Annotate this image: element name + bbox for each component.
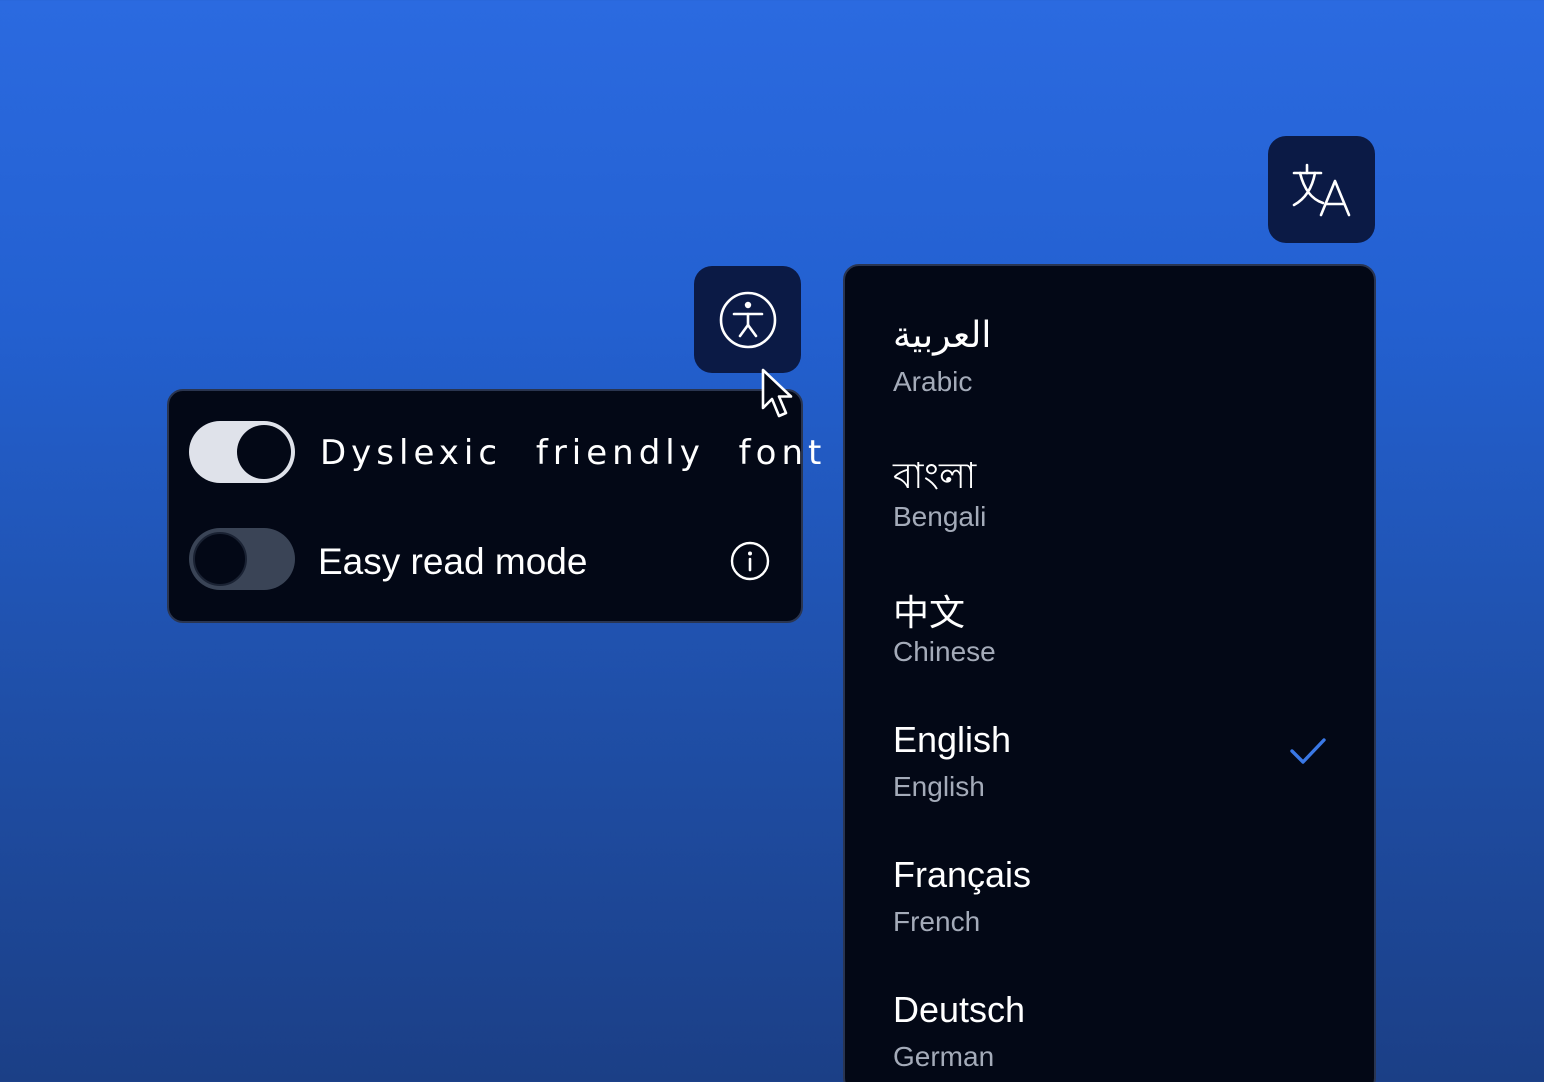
mouse-cursor-icon <box>761 368 793 418</box>
language-option-english[interactable]: English English <box>893 719 1333 829</box>
language-option-german[interactable]: Deutsch German <box>893 989 1333 1082</box>
language-native-name: বাংলা <box>893 455 977 496</box>
language-english-name: English <box>893 771 985 802</box>
language-option-french[interactable]: Français French <box>893 854 1333 964</box>
language-native-name: Deutsch <box>893 989 1026 1030</box>
info-icon[interactable] <box>730 541 770 581</box>
toggle-knob <box>237 425 291 479</box>
language-native-name: العربية <box>893 314 992 355</box>
language-option-chinese[interactable]: 中文 Chinese <box>893 584 1333 694</box>
language-menu: العربية Arabic বাংলা Bengali 中文 Chinese … <box>843 264 1376 1082</box>
language-english-name: German <box>893 1041 995 1072</box>
checkmark-icon <box>1290 738 1326 764</box>
accessibility-icon <box>719 291 776 348</box>
language-english-name: Bengali <box>893 501 987 532</box>
language-english-name: Arabic <box>893 366 973 397</box>
translate-icon <box>1292 163 1350 216</box>
language-native-name: 中文 <box>893 592 966 633</box>
language-english-name: Chinese <box>893 636 996 667</box>
accessibility-button[interactable] <box>694 266 801 373</box>
language-native-name: Français <box>893 854 1032 895</box>
easy-read-label: Easy read mode <box>318 541 588 582</box>
language-option-bengali[interactable]: বাংলা Bengali <box>893 449 1333 559</box>
translate-button[interactable] <box>1268 136 1375 243</box>
toggle-knob <box>193 532 247 586</box>
language-native-name: English <box>893 719 1012 760</box>
accessibility-settings-panel: Dyslexic friendly font Easy read mode <box>167 389 821 623</box>
easy-read-toggle[interactable] <box>189 528 295 590</box>
dyslexic-font-toggle[interactable] <box>189 421 295 483</box>
dyslexic-font-label: Dyslexic friendly font <box>320 433 827 473</box>
language-english-name: French <box>893 906 981 937</box>
language-option-arabic[interactable]: العربية Arabic <box>893 314 1333 424</box>
